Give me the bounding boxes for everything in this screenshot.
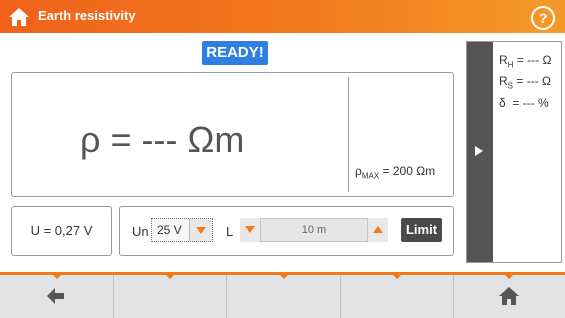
nav-slot-4[interactable] [341,275,454,318]
un-dropdown-button[interactable] [189,219,212,241]
rho-max-limit: ρMAX = 200 Ωm [355,164,435,180]
increase-icon [373,226,383,233]
rs-value: = --- Ω [513,74,551,89]
home-button[interactable] [454,275,565,318]
nav-slot-2[interactable] [114,275,227,318]
notch [280,275,288,279]
home-icon [499,287,519,305]
play-arrow-icon[interactable] [475,146,483,156]
decrease-icon [245,226,255,233]
rs-result: RS = --- Ω [499,73,551,94]
nav-slot-3[interactable] [227,275,341,318]
un-value: 25 V [157,223,182,237]
rh-result: RH = --- Ω [499,52,551,73]
l-distance-slider[interactable]: 10 m [260,218,368,242]
status-badge: READY! [202,41,268,65]
voltage-readout: U = 0,27 V [11,206,112,256]
rs-label: R [499,74,508,89]
panel-toggle[interactable] [467,42,493,262]
title-bar: Earth resistivity ? [0,0,565,33]
notch [166,275,174,279]
side-results-panel: RH = --- Ω RS = --- Ω δ = --- % [466,41,562,263]
home-icon[interactable] [8,7,30,27]
help-icon[interactable]: ? [531,6,555,30]
notch [393,275,401,279]
un-label: Un [132,224,149,239]
rho-max-symbol: ρ [355,164,362,178]
limit-button[interactable]: Limit [401,218,442,242]
delta-result: δ = --- % [499,95,549,110]
back-button[interactable] [0,275,114,318]
rho-max-value: = 200 Ωm [379,164,436,178]
settings-panel: Un 25 V L 10 m Limit [119,206,454,256]
chevron-down-icon [196,227,206,234]
l-decrease-button[interactable] [240,218,260,242]
l-value: 10 m [301,224,327,236]
notch [505,275,513,279]
notch [53,275,61,279]
back-arrow-icon [47,288,64,304]
un-voltage-select[interactable]: 25 V [151,218,213,242]
resistivity-value: ρ = --- Ωm [80,119,245,160]
page-title: Earth resistivity [38,8,136,23]
l-label: L [226,224,234,239]
rh-value: = --- Ω [513,53,552,67]
l-increase-button[interactable] [368,218,388,242]
rho-max-subscript: MAX [361,171,380,181]
rh-label: R [499,53,508,67]
divider [348,77,349,192]
bottom-nav [0,272,565,318]
partial-results: RH = --- Ω RS = --- Ω δ = --- % [499,52,551,111]
result-panel: ρ = --- Ωm ρMAX = 200 Ωm [11,72,454,197]
